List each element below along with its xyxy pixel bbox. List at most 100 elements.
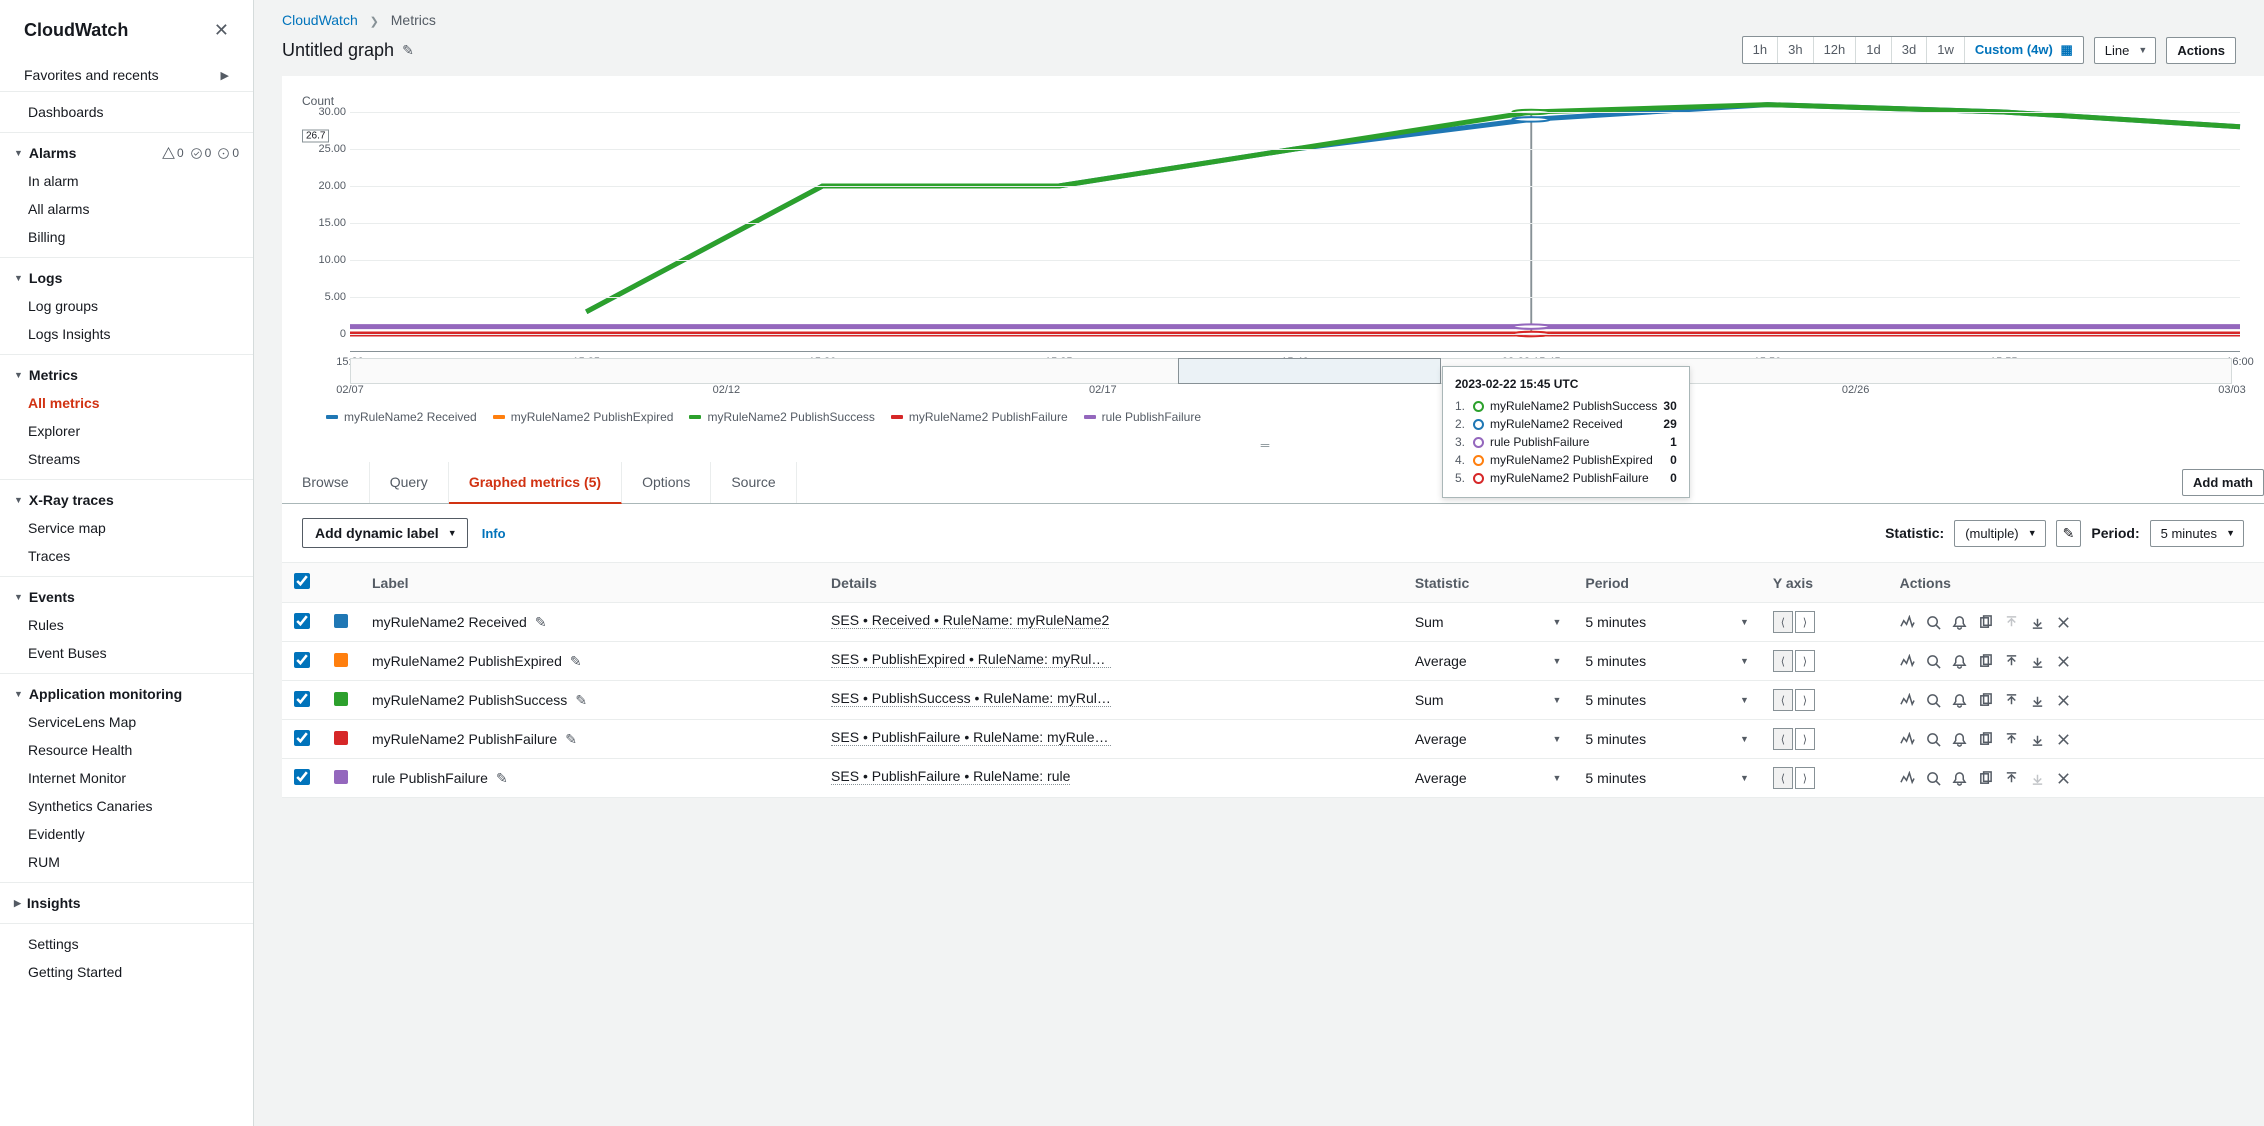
anomaly-icon[interactable] <box>1900 732 1916 747</box>
edit-icon[interactable]: ✎ <box>402 42 414 59</box>
search-icon[interactable] <box>1926 693 1942 708</box>
sidebar-section-insights[interactable]: ▶Insights <box>0 889 253 917</box>
sidebar-item-servicelens-map[interactable]: ServiceLens Map <box>0 708 253 736</box>
copy-icon[interactable] <box>1978 654 1994 669</box>
range-12h[interactable]: 12h <box>1814 37 1857 63</box>
edit-icon[interactable]: ✎ <box>575 692 587 709</box>
move-down-icon[interactable] <box>2030 732 2046 747</box>
drag-handle-icon[interactable]: ═ <box>294 438 2240 454</box>
range-1d[interactable]: 1d <box>1856 37 1891 63</box>
search-icon[interactable] <box>1926 615 1942 630</box>
period-dropdown[interactable]: ▼ <box>1740 695 1749 705</box>
move-up-icon[interactable] <box>2004 654 2020 669</box>
period-dropdown[interactable]: ▼ <box>1740 656 1749 666</box>
move-up-icon[interactable] <box>2004 693 2020 708</box>
color-swatch[interactable] <box>334 731 348 745</box>
statistic-dropdown[interactable]: ▼ <box>1552 734 1561 744</box>
range-custom[interactable]: Custom (4w) ▦ <box>1965 37 2083 63</box>
bell-icon[interactable] <box>1952 654 1968 669</box>
search-icon[interactable] <box>1926 771 1942 786</box>
y-axis-right-button[interactable]: ⟩ <box>1795 650 1815 672</box>
anomaly-icon[interactable] <box>1900 771 1916 786</box>
copy-icon[interactable] <box>1978 732 1994 747</box>
statistic-dropdown[interactable]: ▼ <box>1552 617 1561 627</box>
legend-item[interactable]: rule PublishFailure <box>1084 410 1201 424</box>
legend-item[interactable]: myRuleName2 PublishSuccess <box>689 410 874 424</box>
tab-source[interactable]: Source <box>711 462 796 503</box>
y-axis-right-button[interactable]: ⟩ <box>1795 728 1815 750</box>
move-down-icon[interactable] <box>2030 654 2046 669</box>
move-up-icon[interactable] <box>2004 771 2020 786</box>
tab-options[interactable]: Options <box>622 462 711 503</box>
sidebar-item-getting-started[interactable]: Getting Started <box>0 958 253 986</box>
sidebar-item-event-buses[interactable]: Event Buses <box>0 639 253 667</box>
anomaly-icon[interactable] <box>1900 693 1916 708</box>
anomaly-icon[interactable] <box>1900 615 1916 630</box>
statistic-select[interactable]: (multiple) <box>1954 520 2045 547</box>
row-checkbox[interactable] <box>294 691 310 707</box>
tab-browse[interactable]: Browse <box>282 462 370 503</box>
sidebar-favorites[interactable]: Favorites and recents ▶ <box>0 59 253 91</box>
search-icon[interactable] <box>1926 732 1942 747</box>
tab-graphed[interactable]: Graphed metrics (5) <box>449 462 622 504</box>
metric-details[interactable]: SES • PublishExpired • RuleName: myRuleN… <box>831 651 1111 668</box>
anomaly-icon[interactable] <box>1900 654 1916 669</box>
period-dropdown[interactable]: ▼ <box>1740 617 1749 627</box>
y-axis-right-button[interactable]: ⟩ <box>1795 611 1815 633</box>
sidebar-item-traces[interactable]: Traces <box>0 542 253 570</box>
range-3h[interactable]: 3h <box>1778 37 1813 63</box>
sidebar-section-xray[interactable]: ▼X-Ray traces <box>0 486 253 514</box>
color-swatch[interactable] <box>334 692 348 706</box>
sidebar-item-resource-health[interactable]: Resource Health <box>0 736 253 764</box>
chart-type-select[interactable]: Line <box>2094 37 2157 64</box>
statistic-dropdown[interactable]: ▼ <box>1552 695 1561 705</box>
breadcrumb-root[interactable]: CloudWatch <box>282 12 358 28</box>
edit-statistic-icon[interactable]: ✎ <box>2056 520 2082 547</box>
edit-icon[interactable]: ✎ <box>565 731 577 748</box>
range-1w[interactable]: 1w <box>1927 37 1965 63</box>
add-dynamic-label-button[interactable]: Add dynamic label <box>302 518 468 548</box>
color-swatch[interactable] <box>334 614 348 628</box>
range-3d[interactable]: 3d <box>1892 37 1927 63</box>
row-checkbox[interactable] <box>294 652 310 668</box>
color-swatch[interactable] <box>334 770 348 784</box>
bell-icon[interactable] <box>1952 615 1968 630</box>
edit-icon[interactable]: ✎ <box>535 614 547 631</box>
sidebar-item-settings[interactable]: Settings <box>0 930 253 958</box>
chart-area[interactable]: 30.0025.0020.0015.0010.005.00026.715:201… <box>302 112 2240 352</box>
move-down-icon[interactable] <box>2030 693 2046 708</box>
overview-scrubber[interactable] <box>350 358 2232 384</box>
metric-details[interactable]: SES • Received • RuleName: myRuleName2 <box>831 612 1109 629</box>
sidebar-section-events[interactable]: ▼Events <box>0 583 253 611</box>
select-all-checkbox[interactable] <box>294 573 310 589</box>
sidebar-section-metrics[interactable]: ▼Metrics <box>0 361 253 389</box>
metric-details[interactable]: SES • PublishSuccess • RuleName: myRuleN… <box>831 690 1111 707</box>
remove-icon[interactable] <box>2056 654 2072 669</box>
edit-icon[interactable]: ✎ <box>570 653 582 670</box>
sidebar-item-rules[interactable]: Rules <box>0 611 253 639</box>
sidebar-item-rum[interactable]: RUM <box>0 848 253 876</box>
legend-item[interactable]: myRuleName2 PublishFailure <box>891 410 1068 424</box>
bell-icon[interactable] <box>1952 693 1968 708</box>
sidebar-item-all-metrics[interactable]: All metrics <box>0 389 253 417</box>
remove-icon[interactable] <box>2056 693 2072 708</box>
copy-icon[interactable] <box>1978 615 1994 630</box>
close-icon[interactable]: ✕ <box>214 20 229 41</box>
add-math-button[interactable]: Add math <box>2182 469 2264 496</box>
remove-icon[interactable] <box>2056 771 2072 786</box>
sidebar-item-log-groups[interactable]: Log groups <box>0 292 253 320</box>
y-axis-right-button[interactable]: ⟩ <box>1795 689 1815 711</box>
statistic-dropdown[interactable]: ▼ <box>1552 656 1561 666</box>
sidebar-item-service-map[interactable]: Service map <box>0 514 253 542</box>
y-axis-left-button[interactable]: ⟨ <box>1773 728 1793 750</box>
remove-icon[interactable] <box>2056 615 2072 630</box>
sidebar-section-logs[interactable]: ▼Logs <box>0 264 253 292</box>
y-axis-left-button[interactable]: ⟨ <box>1773 689 1793 711</box>
row-checkbox[interactable] <box>294 730 310 746</box>
period-select[interactable]: 5 minutes <box>2150 520 2244 547</box>
edit-icon[interactable]: ✎ <box>496 770 508 787</box>
legend-item[interactable]: myRuleName2 Received <box>326 410 477 424</box>
y-axis-right-button[interactable]: ⟩ <box>1795 767 1815 789</box>
y-axis-left-button[interactable]: ⟨ <box>1773 650 1793 672</box>
legend-item[interactable]: myRuleName2 PublishExpired <box>493 410 674 424</box>
